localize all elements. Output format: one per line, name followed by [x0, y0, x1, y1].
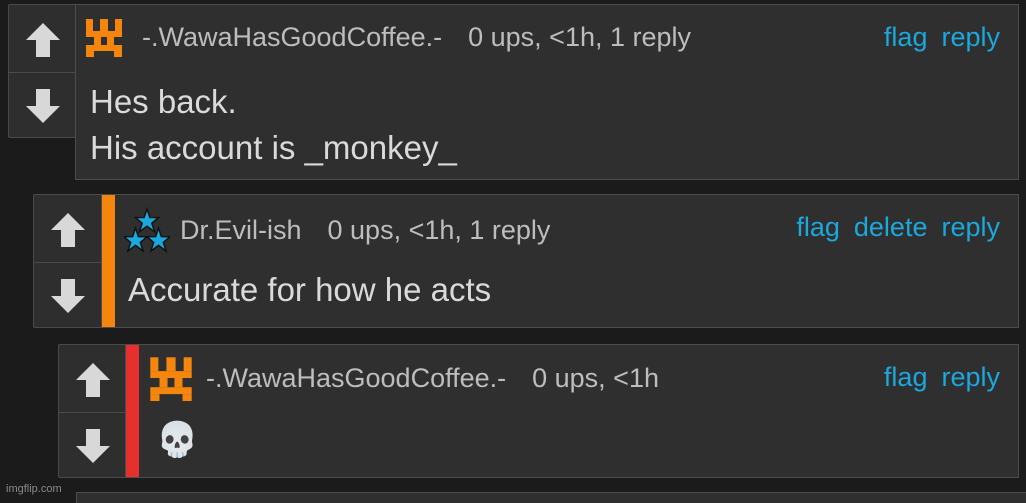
comment-body: 💀: [156, 417, 198, 463]
down-arrow-icon: [73, 426, 113, 466]
comment-line: Hes back.: [90, 83, 237, 120]
down-arrow-icon: [23, 86, 63, 126]
username[interactable]: -.WawaHasGoodCoffee.-: [142, 22, 442, 53]
thread-stripe: [102, 195, 115, 327]
three-blue-stars-icon: [124, 207, 170, 253]
orange-castle-glyph-icon: [84, 17, 124, 57]
reply-link[interactable]: reply: [941, 22, 1000, 53]
comment-body: Hes back. His account is _monkey_: [90, 79, 457, 171]
username[interactable]: Dr.Evil-ish: [180, 215, 302, 246]
comment-3: -.WawaHasGoodCoffee.- 0 ups, <1h flag re…: [125, 344, 1019, 478]
comment-stats: 0 ups, <1h: [532, 362, 659, 393]
upvote-button[interactable]: [9, 11, 76, 69]
upvote-button[interactable]: [59, 351, 126, 409]
comment-stats: 0 ups, <1h, 1 reply: [327, 214, 551, 245]
reply-link[interactable]: reply: [941, 362, 1000, 393]
vote-box-2: [33, 194, 103, 328]
comment-1: -.WawaHasGoodCoffee.- 0 ups, <1h, 1 repl…: [75, 4, 1019, 180]
up-arrow-icon: [73, 360, 113, 400]
up-arrow-icon: [23, 20, 63, 60]
username[interactable]: -.WawaHasGoodCoffee.-: [206, 363, 506, 394]
comment-2: Dr.Evil-ish 0 ups, <1h, 1 reply flag del…: [101, 194, 1019, 328]
watermark: imgflip.com: [6, 483, 62, 495]
upvote-button[interactable]: [34, 201, 102, 259]
comment-line: His account is _monkey_: [90, 129, 457, 166]
flag-link[interactable]: flag: [796, 212, 840, 243]
down-arrow-icon: [48, 276, 88, 316]
reply-link[interactable]: reply: [941, 212, 1000, 243]
orange-castle-glyph-icon: [146, 355, 196, 401]
flag-link[interactable]: flag: [884, 22, 928, 53]
vote-box-1: [8, 4, 77, 138]
delete-link[interactable]: delete: [854, 212, 928, 243]
thread-stripe: [126, 345, 139, 477]
downvote-button[interactable]: [34, 267, 102, 325]
next-comment-edge: [76, 492, 1026, 503]
up-arrow-icon: [48, 210, 88, 250]
comment-body: Accurate for how he acts: [128, 267, 491, 313]
comment-line: Accurate for how he acts: [128, 271, 492, 308]
downvote-button[interactable]: [59, 417, 126, 475]
skull-emoji: 💀: [156, 421, 199, 459]
downvote-button[interactable]: [9, 77, 76, 135]
comment-stats: 0 ups, <1h, 1 reply: [468, 21, 692, 52]
flag-link[interactable]: flag: [884, 362, 928, 393]
vote-box-3: [58, 344, 127, 478]
